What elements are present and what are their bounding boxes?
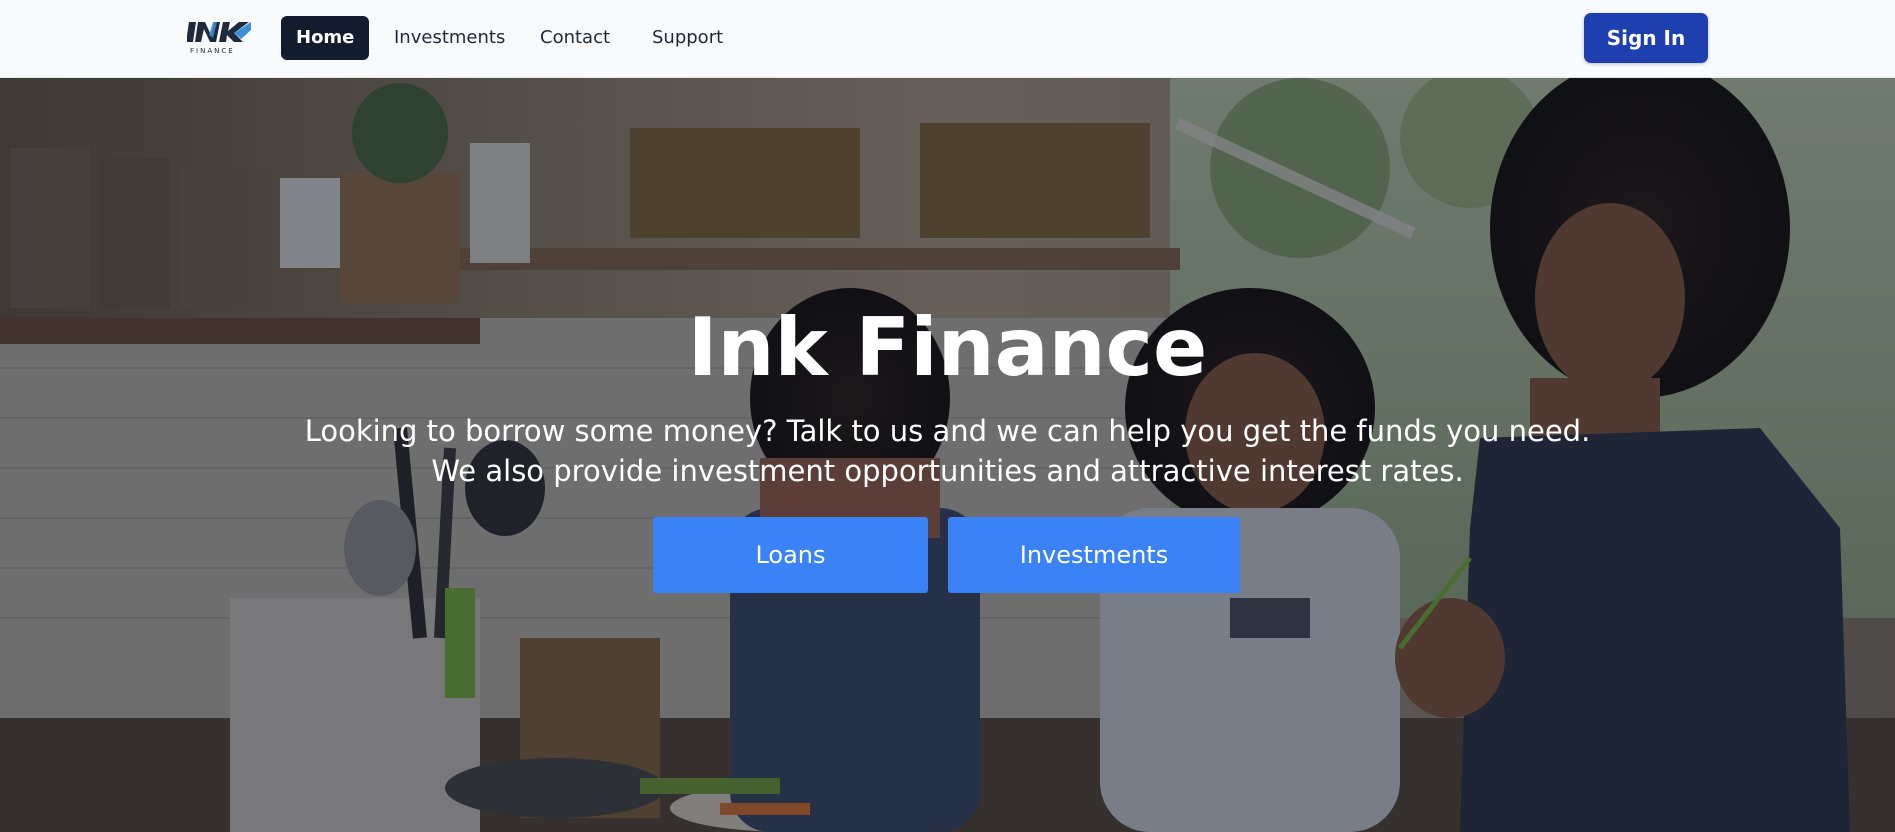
nav-contact[interactable]: Contact: [525, 16, 625, 60]
hero-subtitle-line-1: Looking to borrow some money? Talk to us…: [304, 414, 1591, 448]
ink-finance-logo[interactable]: FINANCE: [187, 18, 251, 58]
investments-button[interactable]: Investments: [948, 517, 1240, 593]
top-navbar: FINANCE Home Investments Contact Support…: [0, 0, 1895, 78]
loans-button[interactable]: Loans: [653, 517, 928, 593]
nav-home[interactable]: Home: [281, 16, 370, 60]
hero-section: Ink Finance Looking to borrow some money…: [0, 78, 1895, 832]
sign-in-button[interactable]: Sign In: [1584, 13, 1708, 63]
logo-subtext: FINANCE: [190, 47, 235, 55]
hero-subtitle-line-2: We also provide investment opportunities…: [431, 454, 1464, 488]
hero-title: Ink Finance: [687, 301, 1208, 394]
nav-investments[interactable]: Investments: [379, 16, 520, 60]
nav-support[interactable]: Support: [637, 16, 738, 60]
